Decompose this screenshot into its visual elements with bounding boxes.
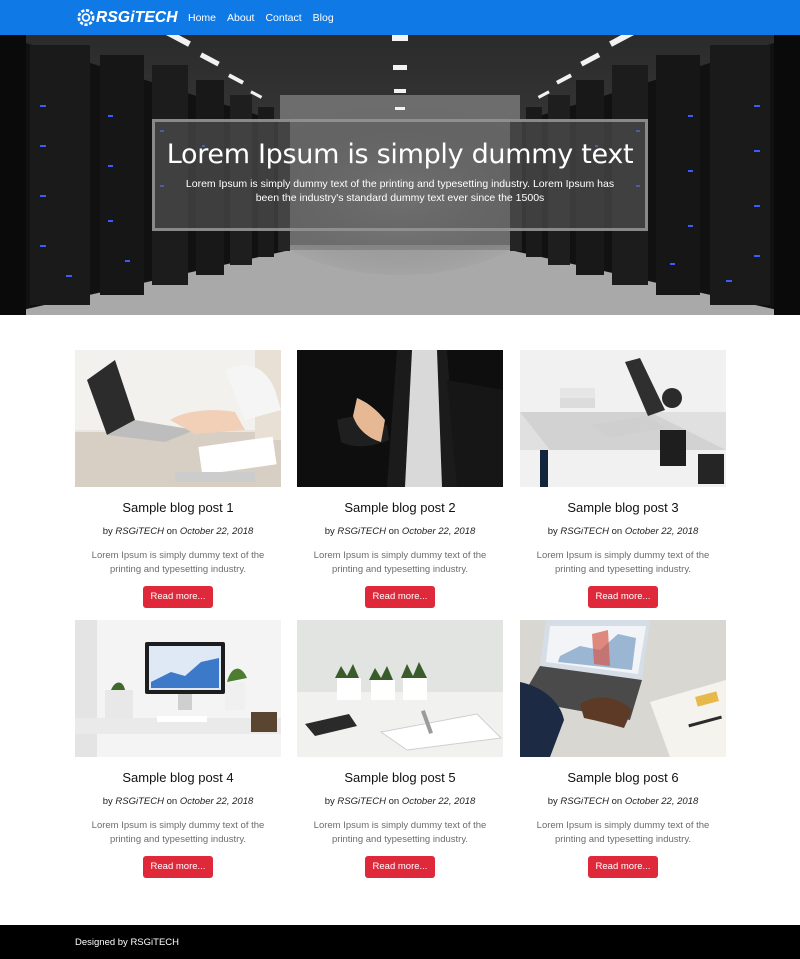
blog-excerpt: Lorem Ipsum is simply dummy text of the … bbox=[91, 820, 265, 845]
read-more-button[interactable]: Read more... bbox=[587, 586, 659, 608]
read-more-button[interactable]: Read more... bbox=[587, 856, 659, 878]
read-more-button[interactable]: Read more... bbox=[142, 586, 214, 608]
blog-excerpt: Lorem Ipsum is simply dummy text of the … bbox=[313, 550, 487, 575]
gear-logo-icon bbox=[77, 9, 95, 26]
by-label: by bbox=[102, 796, 113, 807]
author-name: RSGiTECH bbox=[560, 526, 609, 537]
blog-card: Sample blog post 2 by RSGiTECH on Octobe… bbox=[297, 350, 503, 608]
read-more-button[interactable]: Read more... bbox=[142, 856, 214, 878]
on-label: on bbox=[166, 796, 178, 807]
blog-title[interactable]: Sample blog post 6 bbox=[520, 770, 726, 786]
blog-image-laptop-charts bbox=[520, 620, 726, 757]
nav-links: Home About Contact Blog bbox=[188, 0, 345, 35]
nav-link-blog[interactable]: Blog bbox=[313, 12, 334, 24]
blog-image-plants-notebook bbox=[297, 620, 503, 757]
hero-title: Lorem Ipsum is simply dummy text bbox=[166, 139, 634, 170]
blog-excerpt: Lorem Ipsum is simply dummy text of the … bbox=[536, 820, 710, 845]
footer-credit: Designed by RSGiTECH bbox=[75, 937, 180, 948]
by-label: by bbox=[324, 526, 335, 537]
brand-logo[interactable]: RSGiTECH bbox=[75, 7, 178, 28]
read-more-button[interactable]: Read more... bbox=[364, 586, 436, 608]
blog-meta: by RSGiTECH on October 22, 2018 bbox=[297, 796, 503, 808]
on-label: on bbox=[388, 796, 400, 807]
post-date: October 22, 2018 bbox=[401, 526, 476, 537]
read-more-button[interactable]: Read more... bbox=[364, 856, 436, 878]
navbar: RSGiTECH Home About Contact Blog bbox=[0, 0, 800, 35]
blog-card: Sample blog post 5 by RSGiTECH on Octobe… bbox=[297, 620, 503, 878]
nav-link-contact[interactable]: Contact bbox=[265, 12, 301, 24]
blog-meta: by RSGiTECH on October 22, 2018 bbox=[297, 526, 503, 538]
post-date: October 22, 2018 bbox=[179, 526, 254, 537]
blog-image-laptop-typing bbox=[75, 350, 281, 487]
on-label: on bbox=[611, 796, 623, 807]
hero-banner: Lorem Ipsum is simply dummy text Lorem I… bbox=[0, 35, 800, 315]
blog-card: Sample blog post 1 by RSGiTECH on Octobe… bbox=[75, 350, 281, 608]
blog-card: Sample blog post 3 by RSGiTECH on Octobe… bbox=[520, 350, 726, 608]
author-name: RSGiTECH bbox=[337, 796, 386, 807]
post-date: October 22, 2018 bbox=[179, 796, 254, 807]
blog-title[interactable]: Sample blog post 1 bbox=[75, 500, 281, 516]
blog-image-handshake bbox=[297, 350, 503, 487]
blog-card: Sample blog post 6 by RSGiTECH on Octobe… bbox=[520, 620, 726, 878]
author-name: RSGiTECH bbox=[115, 796, 164, 807]
blog-meta: by RSGiTECH on October 22, 2018 bbox=[520, 526, 726, 538]
blog-excerpt: Lorem Ipsum is simply dummy text of the … bbox=[313, 820, 487, 845]
blog-meta: by RSGiTECH on October 22, 2018 bbox=[520, 796, 726, 808]
hero-caption-box: Lorem Ipsum is simply dummy text Lorem I… bbox=[152, 119, 648, 231]
footer: Designed by RSGiTECH bbox=[0, 925, 800, 959]
post-date: October 22, 2018 bbox=[401, 796, 476, 807]
author-name: RSGiTECH bbox=[115, 526, 164, 537]
by-label: by bbox=[547, 526, 558, 537]
blog-title[interactable]: Sample blog post 5 bbox=[297, 770, 503, 786]
blog-card: Sample blog post 4 by RSGiTECH on Octobe… bbox=[75, 620, 281, 878]
author-name: RSGiTECH bbox=[337, 526, 386, 537]
blog-excerpt: Lorem Ipsum is simply dummy text of the … bbox=[91, 550, 265, 575]
by-label: by bbox=[547, 796, 558, 807]
on-label: on bbox=[611, 526, 623, 537]
blog-image-desk-laptop bbox=[520, 350, 726, 487]
blog-title[interactable]: Sample blog post 3 bbox=[520, 500, 726, 516]
hero-text: Lorem Ipsum is simply dummy text of the … bbox=[185, 178, 615, 204]
brand-text: RSGiTECH bbox=[96, 8, 178, 26]
blog-image-imac-desk bbox=[75, 620, 281, 757]
blog-excerpt: Lorem Ipsum is simply dummy text of the … bbox=[536, 550, 710, 575]
nav-link-home[interactable]: Home bbox=[188, 12, 216, 24]
blog-title[interactable]: Sample blog post 4 bbox=[75, 770, 281, 786]
on-label: on bbox=[388, 526, 400, 537]
blog-meta: by RSGiTECH on October 22, 2018 bbox=[75, 796, 281, 808]
by-label: by bbox=[102, 526, 113, 537]
author-name: RSGiTECH bbox=[560, 796, 609, 807]
blog-title[interactable]: Sample blog post 2 bbox=[297, 500, 503, 516]
blog-meta: by RSGiTECH on October 22, 2018 bbox=[75, 526, 281, 538]
post-date: October 22, 2018 bbox=[624, 796, 699, 807]
on-label: on bbox=[166, 526, 178, 537]
by-label: by bbox=[324, 796, 335, 807]
post-date: October 22, 2018 bbox=[624, 526, 699, 537]
nav-link-about[interactable]: About bbox=[227, 12, 254, 24]
